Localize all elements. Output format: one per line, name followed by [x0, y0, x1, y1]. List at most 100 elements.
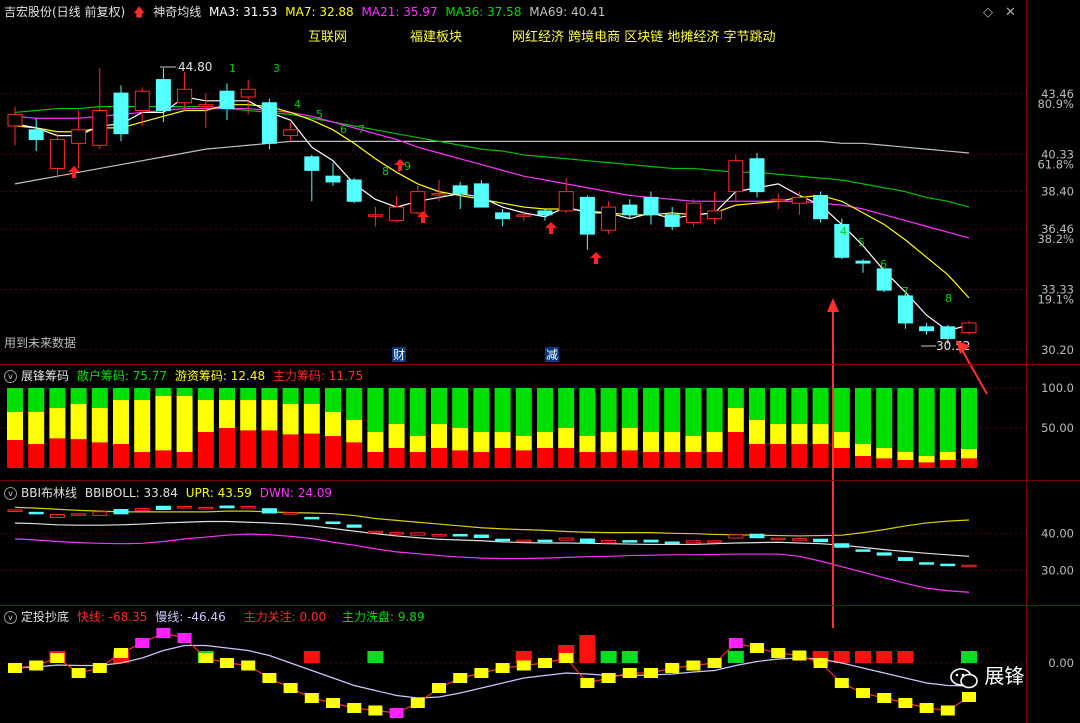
chip-bar-retail — [494, 388, 511, 432]
slow-line-value: 慢线: -46.46 — [155, 610, 226, 624]
bbi-candle — [113, 509, 129, 515]
panel-divider — [0, 364, 1080, 365]
bbi-candle — [855, 549, 871, 552]
y-tick-label: 30.00 — [1041, 563, 1074, 577]
fast-marker — [262, 673, 277, 683]
chip-bar-retail — [515, 388, 532, 436]
chevron-down-icon[interactable]: v — [4, 611, 17, 624]
bbi-candle — [791, 538, 807, 541]
chip-bar-main — [452, 450, 469, 468]
chip-bar-hot — [494, 432, 511, 448]
candle-body — [49, 138, 65, 169]
ma69-line — [14, 140, 970, 185]
panel-divider — [0, 480, 1080, 481]
bbi-indicator-name[interactable]: BBI布林线 — [21, 486, 77, 500]
stock-title[interactable]: 吉宏股份(日线 前复权) — [4, 5, 125, 19]
chip-bar-hot — [176, 396, 193, 452]
chip-bar-hot — [855, 444, 871, 456]
count-label: 9 — [404, 160, 411, 173]
chip-bar-retail — [91, 388, 108, 408]
candle-body — [961, 322, 977, 334]
ma21-value: MA21: 35.97 — [361, 5, 438, 19]
dip-header: v 定投抄底 快线: -68.35 慢线: -46.46 主力关注: 0.00 主… — [4, 608, 429, 626]
candle-body — [622, 204, 638, 216]
chip-bar-retail — [621, 388, 638, 428]
chip-bar-hot — [770, 424, 787, 444]
chevron-down-icon[interactable]: v — [4, 487, 17, 500]
dip-indicator-name[interactable]: 定投抄底 — [21, 610, 69, 624]
candle-body — [749, 158, 765, 193]
chip-bar-hot — [70, 404, 87, 440]
fast-marker — [516, 660, 531, 671]
chip-bar-main — [600, 452, 617, 468]
chip-bar-main — [303, 433, 320, 468]
chip-bar-main — [240, 430, 257, 468]
chip-bar-retail — [939, 388, 956, 452]
chip-bar-main — [876, 458, 893, 468]
chip-bar-hot — [939, 452, 956, 460]
bbi-candle — [240, 506, 256, 509]
candle-body — [558, 191, 574, 212]
annotation-arrow-icon — [827, 298, 839, 312]
ma69-value: MA69: 40.41 — [529, 5, 606, 19]
chip-bar-retail — [770, 388, 787, 424]
chip-bar-main — [833, 448, 850, 468]
chip-bar-main — [494, 448, 511, 468]
chip-bar-main — [685, 452, 702, 468]
candle-body — [728, 160, 744, 193]
candle-body — [304, 156, 320, 171]
fast-marker — [771, 648, 786, 658]
fast-marker — [834, 678, 849, 688]
bbi-candle — [516, 539, 532, 543]
bbi-candle — [707, 540, 723, 543]
chip-bar-hot — [876, 448, 893, 459]
bbi-candle — [431, 534, 447, 537]
chip-bar-retail — [7, 388, 23, 412]
chip-bar-main — [961, 458, 977, 468]
bbi-candle — [940, 563, 956, 567]
indicator-name[interactable]: 神奇均线 — [153, 5, 201, 19]
bbi-candle — [961, 564, 977, 568]
axis-divider — [1026, 0, 1027, 723]
fast-marker — [962, 692, 976, 702]
pct-label: 61.8% — [1037, 157, 1074, 171]
chip-bar-main — [791, 444, 808, 468]
fast-marker — [622, 668, 637, 678]
panel-divider — [0, 605, 1080, 606]
main-force-bar — [727, 651, 744, 663]
bbi-candle — [897, 557, 913, 561]
bbi-candle — [346, 524, 362, 528]
candle-body — [92, 109, 108, 146]
chip-bar-main — [706, 452, 723, 468]
chip-bar-hot — [452, 428, 469, 451]
chip-bar-main — [261, 430, 278, 468]
candle-body — [113, 92, 129, 135]
fast-marker — [856, 688, 870, 698]
fast-marker — [813, 658, 828, 668]
chip-bar-retail — [367, 388, 384, 432]
chip-bar-main — [367, 452, 384, 468]
chevron-down-icon[interactable]: v — [4, 370, 17, 383]
candle-body — [283, 129, 299, 137]
chip-bar-hot — [7, 412, 23, 440]
bbi-header: v BBI布林线 BBIBOLL: 33.84 UPR: 43.59 DWN: 2… — [4, 484, 336, 502]
chip-bar-main — [49, 438, 66, 468]
fast-marker — [326, 698, 340, 708]
chip-bar-main — [197, 432, 214, 468]
count-label: 7 — [902, 285, 909, 298]
chip-bar-retail — [897, 388, 914, 452]
chip-bar-main — [558, 448, 575, 468]
chip-bar-retail — [855, 388, 871, 444]
fast-marker — [8, 663, 22, 673]
chip-bar-retail — [452, 388, 469, 428]
chip-bar-hot — [558, 428, 575, 448]
chip-bar-retail — [346, 388, 363, 420]
chip-bar-retail — [28, 388, 45, 412]
fast-marker — [495, 663, 510, 673]
chip-bar-retail — [388, 388, 405, 424]
chip-bar-main — [621, 450, 638, 468]
candle-body — [685, 202, 701, 224]
fast-marker — [198, 653, 213, 663]
fast-line — [14, 632, 970, 714]
chips-indicator-name[interactable]: 展锋筹码 — [21, 369, 69, 383]
